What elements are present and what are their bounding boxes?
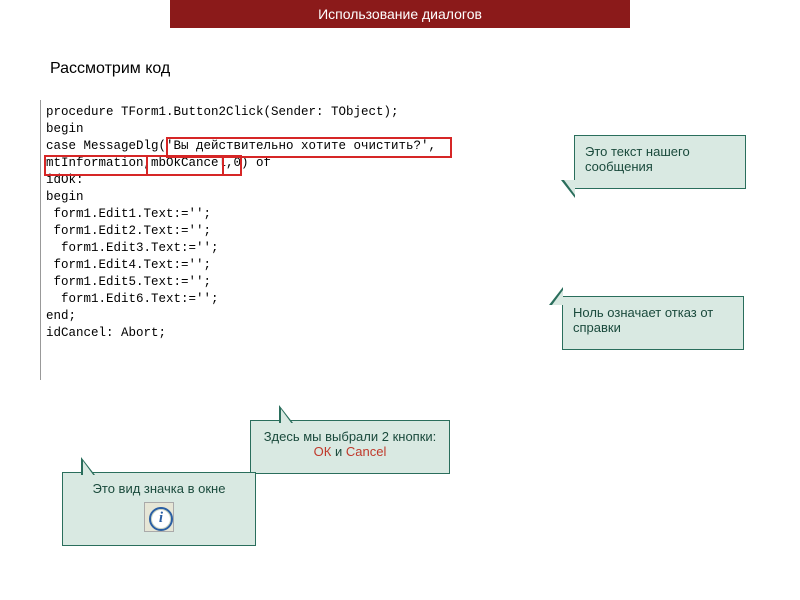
callout-icon-kind: Это вид значка в окне i <box>62 472 256 546</box>
callout-ok: ОК <box>314 444 332 459</box>
slide-title-bar: Использование диалогов <box>170 0 630 28</box>
callout-and: и <box>331 444 346 459</box>
callout-tail-fill <box>552 290 563 305</box>
highlight-mtinformation <box>44 155 148 176</box>
callout-prefix: Здесь мы выбрали 2 кнопки: <box>264 429 437 444</box>
callout-text: Это текст нашего сообщения <box>585 144 690 174</box>
callout-text: Это вид значка в окне <box>93 481 226 496</box>
slide-title: Использование диалогов <box>318 6 482 22</box>
code-panel: procedure TForm1.Button2Click(Sender: TO… <box>40 100 500 380</box>
callout-tail-fill <box>83 461 94 476</box>
callout-message-text: Это текст нашего сообщения <box>574 135 746 189</box>
highlight-mbokcancel <box>146 155 224 176</box>
code-left-border <box>40 100 41 380</box>
callout-tail-fill <box>564 180 575 195</box>
section-heading: Рассмотрим код <box>50 60 170 78</box>
callout-tail-fill <box>281 409 292 424</box>
callout-cancel: Cancel <box>346 444 386 459</box>
callout-text: Ноль означает отказ от справки <box>573 305 713 335</box>
callout-zero-help: Ноль означает отказ от справки <box>562 296 744 350</box>
callout-two-buttons: Здесь мы выбрали 2 кнопки: ОК и Cancel <box>250 420 450 474</box>
highlight-zero <box>222 155 242 176</box>
info-icon: i <box>144 502 174 532</box>
info-icon-glyph: i <box>149 507 173 531</box>
